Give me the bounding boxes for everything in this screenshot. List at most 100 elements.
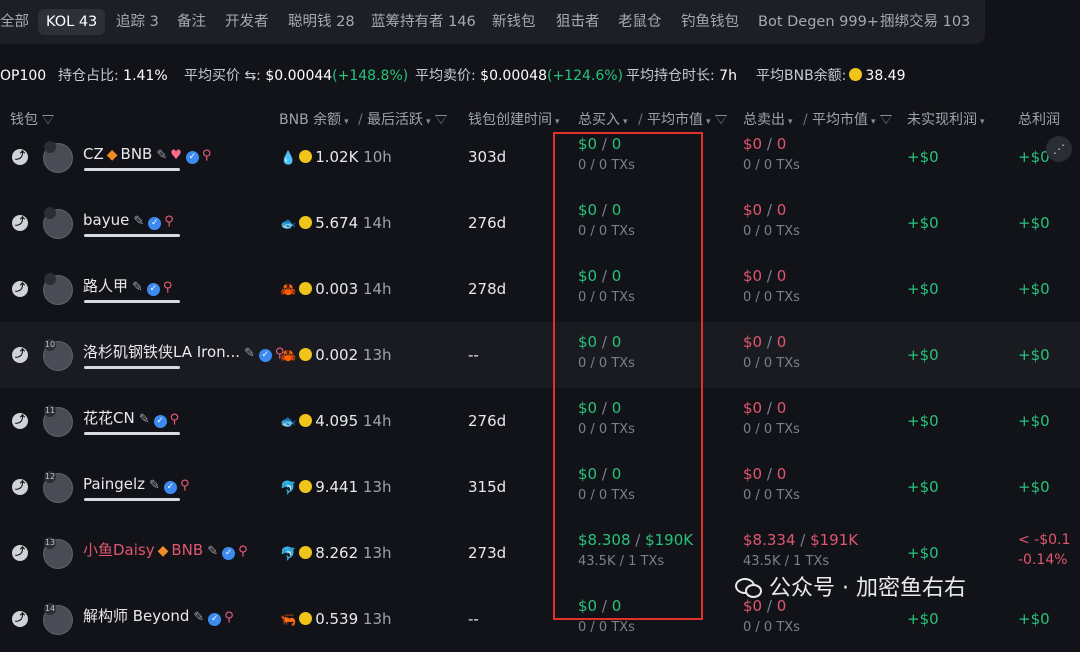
wallet-name[interactable]: 解构师 Beyond <box>83 607 189 625</box>
bnb-balance: 5.674 <box>315 214 359 232</box>
name-underline <box>84 168 180 171</box>
edit-icon[interactable]: ✎ <box>149 478 160 493</box>
bnb-balance-cell: 🐟 4.095 14h <box>280 410 392 434</box>
chart-icon[interactable]: ⤴ <box>12 215 28 231</box>
unrealized-profit: +$0 <box>907 346 939 364</box>
link-icon[interactable]: ⚲ <box>180 478 190 493</box>
avg-buy-label: 平均买价 ⇆: <box>184 68 261 84</box>
rank-badge: 10 <box>44 339 56 351</box>
verified-icon: ✓ <box>146 283 160 296</box>
tab-tracking[interactable]: 追踪 3 <box>116 9 159 35</box>
avg-hold-label: 平均持仓时长: <box>626 68 715 84</box>
total-sell-cell: $0 / 0 0 / 0 TXs <box>743 398 800 440</box>
total-sell-cell: $0 / 0 0 / 0 TXs <box>743 200 800 242</box>
divider: / <box>762 399 777 417</box>
heart-icon: ♥ <box>170 148 182 163</box>
last-active: 14h <box>362 280 392 298</box>
wallet-name[interactable]: 洛杉矶钢铁侠LA Iron... <box>83 343 240 361</box>
sell-mcap: 0 <box>776 333 787 351</box>
tab-kol[interactable]: KOL 43 <box>38 9 106 35</box>
total-profit: +$0 <box>1018 346 1050 364</box>
table-row[interactable]: ⤴ 12 Paingelz ✎ ✓ ⚲ 🐬 9.441 13h 315d $0 / 0 0 / 0 … <box>0 454 1080 520</box>
total-sell-cell: $0 / 0 0 / 0 TXs <box>743 134 800 176</box>
tab-insiders[interactable]: 老鼠仓 <box>618 9 662 35</box>
last-active: 14h <box>362 412 392 430</box>
avg-sell-label: 平均卖价: <box>415 68 476 84</box>
table-row[interactable]: ⤴ bayue ✎ ✓ ⚲ 🐟 5.674 14h 276d $0 / 0 0 / 0 TXs $0… <box>0 190 1080 256</box>
tab-bundled-trades[interactable]: 捆绑交易 103 <box>880 9 970 35</box>
wallet-name-cell: 解构师 Beyond ✎ ✓ ⚲ <box>83 605 234 629</box>
last-active: 13h <box>362 544 392 562</box>
tab-phishing-wallets[interactable]: 钓鱼钱包 <box>681 9 739 35</box>
wallet-name[interactable]: CZ <box>83 145 104 163</box>
chart-icon[interactable]: ⤴ <box>12 281 28 297</box>
edit-icon[interactable]: ✎ <box>132 280 143 295</box>
wallet-name[interactable]: Paingelz <box>83 475 145 493</box>
link-icon[interactable]: ⚲ <box>224 610 234 625</box>
tab-developer[interactable]: 开发者 <box>225 9 269 35</box>
edit-icon[interactable]: ✎ <box>244 346 255 361</box>
tab-smart-money[interactable]: 聪明钱 28 <box>288 9 355 35</box>
unrealized-profit: +$0 <box>907 280 939 298</box>
table-row[interactable]: ⤴ CZ ◆ BNB ✎ ♥ ✓ ⚲ 💧 1.02K 10h 303d $0 / 0 0 / 0 TXs… <box>0 124 1080 190</box>
edit-icon[interactable]: ✎ <box>133 214 144 229</box>
name-underline <box>84 366 180 369</box>
edit-icon[interactable]: ✎ <box>139 412 150 427</box>
wallet-name[interactable]: 花花CN <box>83 409 135 427</box>
table-row[interactable]: ⤴ 10 洛杉矶钢铁侠LA Iron... ✎ ✓ ⚲ 🦀 0.002 13h -- $0 / 0… <box>0 322 1080 388</box>
sell-amount: $0 <box>743 135 763 153</box>
table-row[interactable]: ⤴ 路人甲 ✎ ✓ ⚲ 🦀 0.003 14h 278d $0 / 0 0 / 0 TXs $0 /… <box>0 256 1080 322</box>
rank-badge: 14 <box>44 603 56 615</box>
wallet-name-cell: 洛杉矶钢铁侠LA Iron... ✎ ✓ ⚲ <box>83 341 284 365</box>
link-icon[interactable]: ⚲ <box>170 412 180 427</box>
chart-icon[interactable]: ⤴ <box>12 149 28 165</box>
last-active: 13h <box>362 346 392 364</box>
sell-amount: $0 <box>743 333 763 351</box>
tab-notes[interactable]: 备注 <box>177 9 206 35</box>
rank-badge <box>44 273 56 285</box>
sell-mcap: 0 <box>776 201 787 219</box>
verified-icon: ✓ <box>208 613 222 626</box>
link-icon[interactable]: ⚲ <box>238 544 248 559</box>
bnb-balance: 1.02K <box>315 148 359 166</box>
bnb-balance-cell: 💧 1.02K 10h <box>280 146 392 170</box>
chart-icon[interactable]: ⤴ <box>12 545 28 561</box>
verified-icon: ✓ <box>258 349 272 362</box>
edit-icon[interactable]: ✎ <box>207 544 218 559</box>
total-profit: < -$0.1 <box>1018 532 1071 548</box>
avg-bnb: 平均BNB余额: 38.49 <box>756 64 906 88</box>
total-profit: +$0 <box>1018 478 1050 496</box>
wallet-name[interactable]: 小鱼Daisy <box>83 541 155 559</box>
bnb-coin-icon <box>299 348 313 361</box>
chart-icon[interactable]: ⤴ <box>12 413 28 429</box>
tab-new-wallets[interactable]: 新钱包 <box>492 9 536 35</box>
link-icon[interactable]: ⚲ <box>163 280 173 295</box>
table-row[interactable]: ⤴ 11 花花CN ✎ ✓ ⚲ 🐟 4.095 14h 276d $0 / 0 0 / 0 TXs $… <box>0 388 1080 454</box>
top-label[interactable]: OP100 <box>0 64 46 88</box>
diamond-icon: ◆ <box>157 543 169 559</box>
link-icon[interactable]: ⚲ <box>202 148 212 163</box>
wallet-name[interactable]: bayue <box>83 211 129 229</box>
wallet-name-cell: 小鱼Daisy ◆ BNB ✎ ✓ ⚲ <box>83 539 248 563</box>
sell-mcap: 0 <box>776 135 787 153</box>
sell-amount: $0 <box>743 267 763 285</box>
tab-bluechip-holders[interactable]: 蓝筹持有者 146 <box>371 9 476 35</box>
rank-badge <box>44 141 56 153</box>
edit-icon[interactable]: ✎ <box>193 610 204 625</box>
bnb-coin-icon <box>299 216 313 229</box>
tab-all[interactable]: 全部 <box>0 9 29 35</box>
chart-icon[interactable]: ⤴ <box>12 479 28 495</box>
name-underline <box>84 300 180 303</box>
avg-sell: 平均卖价: $0.00048(+124.6%) <box>415 64 623 88</box>
wallet-name[interactable]: 路人甲 <box>83 277 128 295</box>
chart-icon[interactable]: ⤴ <box>12 611 28 627</box>
link-icon[interactable]: ⚲ <box>164 214 174 229</box>
share-icon[interactable]: ⋰ <box>1046 136 1072 162</box>
tab-bot-degen[interactable]: Bot Degen 999+ <box>758 9 879 35</box>
tab-snipers[interactable]: 狙击者 <box>556 9 600 35</box>
buy-tx-count: 0 / 0 TXs <box>578 620 635 635</box>
sell-amount: $8.334 <box>743 531 796 549</box>
edit-icon[interactable]: ✎ <box>156 148 167 163</box>
chart-icon[interactable]: ⤴ <box>12 347 28 363</box>
bnb-balance: 0.003 <box>315 280 359 298</box>
